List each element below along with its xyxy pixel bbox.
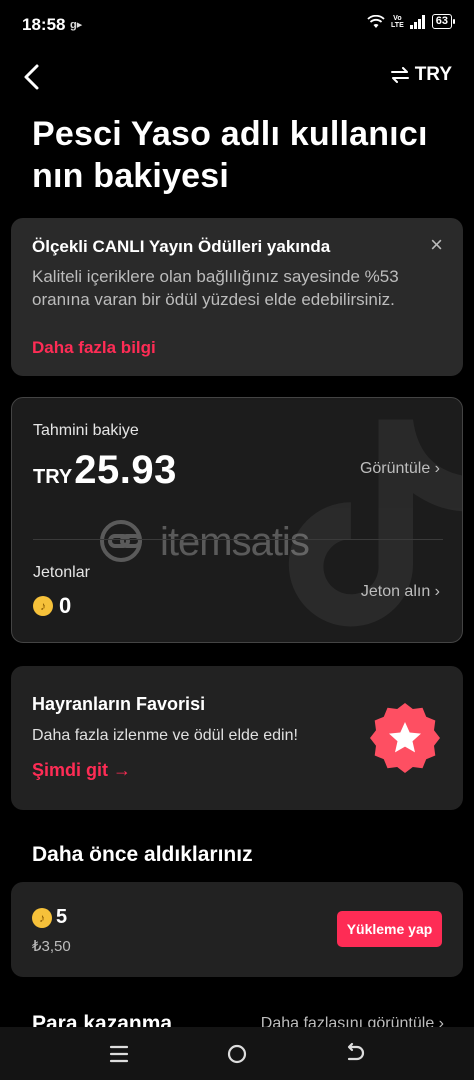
home-icon[interactable] <box>224 1041 250 1067</box>
signal-icon <box>409 14 425 29</box>
recharge-button[interactable]: Yükleme yap <box>337 911 442 947</box>
purchase-coins: ♪ 5 <box>32 906 67 929</box>
menu-icon[interactable] <box>106 1041 132 1067</box>
learn-more-link[interactable]: Daha fazla bilgi <box>32 338 156 358</box>
status-bar: 18:58 g▸ Vo LTE 63 <box>0 0 474 48</box>
system-navigation-bar <box>0 1027 474 1080</box>
network-indicator: g▸ <box>70 19 83 31</box>
estimated-balance-label: Tahmini bakiye <box>33 422 139 439</box>
fans-favorite-card[interactable]: Hayranların Favorisi Daha fazla izlenme … <box>11 666 463 810</box>
watermark: itemsatis <box>100 518 370 564</box>
fans-favorite-body: Daha fazla izlenme ve ödül elde edin! <box>32 727 298 744</box>
chain-link-icon <box>100 520 142 562</box>
balance-card: Tahmini bakiye TRY 25.93 Görüntüle › ite… <box>11 397 463 643</box>
announcement-title: Ölçekli CANLI Yayın Ödülleri yakında <box>32 237 331 256</box>
wifi-icon <box>367 14 385 28</box>
swap-arrows-icon <box>390 67 409 83</box>
fans-favorite-title: Hayranların Favorisi <box>32 694 206 714</box>
previous-purchase-card: ♪ 5 ₺3,50 Yükleme yap <box>11 882 463 977</box>
buy-coins-link[interactable]: Jeton alın › <box>361 583 440 601</box>
currency-switch-button[interactable]: TRY <box>390 64 452 86</box>
announcement-body: Kaliteli içeriklere olan bağlılığınız sa… <box>32 267 399 309</box>
purchase-coins-value: 5 <box>56 906 68 928</box>
purchase-price: ₺3,50 <box>32 938 71 955</box>
watermark-text: itemsatis <box>160 520 310 564</box>
status-time: 18:58 <box>22 15 66 34</box>
battery-icon: 63 <box>431 14 456 29</box>
view-balance-link[interactable]: Görüntüle › <box>360 460 440 478</box>
back-arrow-icon[interactable] <box>20 62 44 92</box>
coins-balance: ♪ 0 <box>33 593 71 619</box>
coins-label: Jetonlar <box>33 564 90 581</box>
coin-icon: ♪ <box>32 907 52 928</box>
volte-indicator: Vo LTE <box>391 14 404 29</box>
back-icon[interactable] <box>342 1041 368 1067</box>
currency-label: TRY <box>414 64 452 85</box>
balance-value: 25.93 <box>74 448 177 492</box>
coins-value: 0 <box>59 593 72 618</box>
divider <box>33 539 443 540</box>
balance-amount: TRY 25.93 <box>33 448 177 493</box>
star-badge-icon <box>370 703 440 773</box>
page-title: Pesci Yaso adlı kullanıcı nın bakiyesi <box>32 115 428 195</box>
close-icon[interactable]: × <box>430 232 443 258</box>
go-now-link[interactable]: Şimdi git → <box>32 760 131 781</box>
coin-icon: ♪ <box>33 596 53 616</box>
balance-currency: TRY <box>33 466 73 488</box>
status-icons: Vo LTE 63 <box>367 14 456 29</box>
previous-purchases-title: Daha önce aldıklarınız <box>32 843 253 866</box>
announcement-card: Ölçekli CANLI Yayın Ödülleri yakında × K… <box>11 218 463 376</box>
